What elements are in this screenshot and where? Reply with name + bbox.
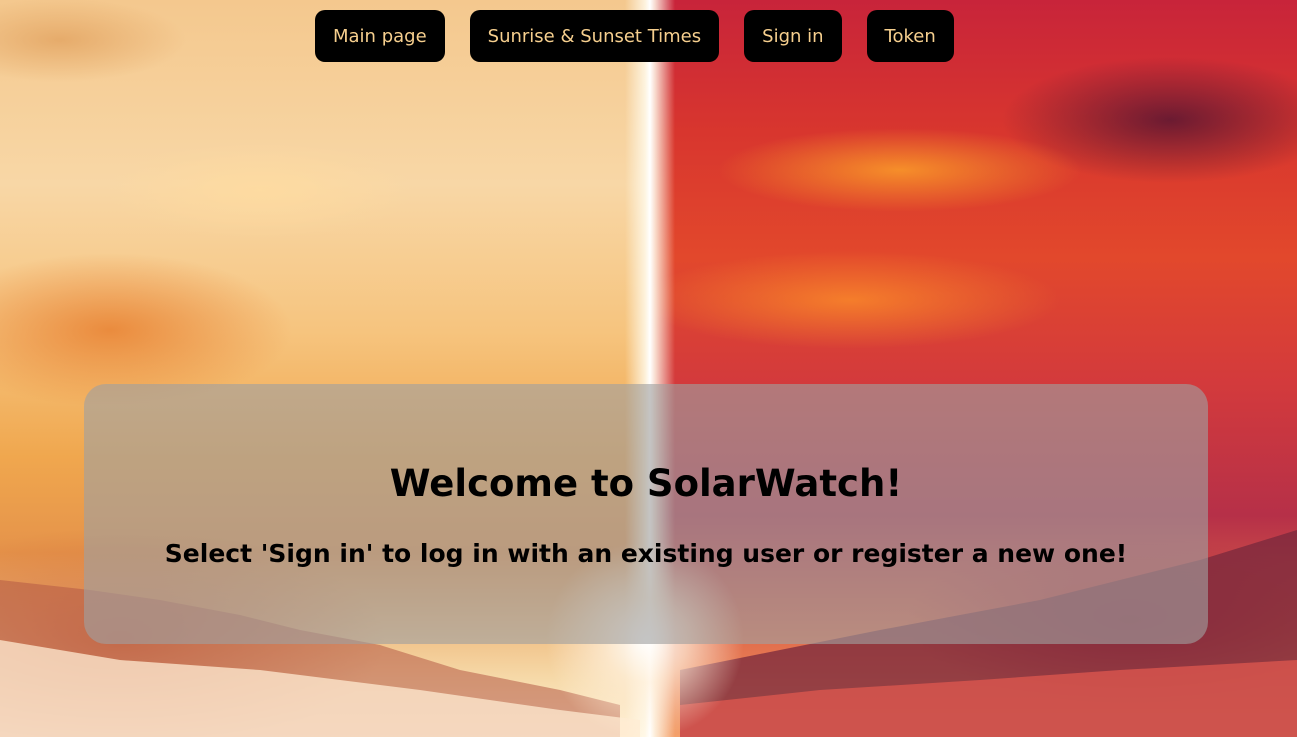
welcome-title: Welcome to SolarWatch! — [389, 462, 903, 505]
page: Main page Sunrise & Sunset Times Sign in… — [0, 0, 1297, 737]
nav-token-button[interactable]: Token — [866, 10, 954, 62]
top-nav: Main page Sunrise & Sunset Times Sign in… — [315, 10, 954, 62]
nav-sunrise-sunset-button[interactable]: Sunrise & Sunset Times — [469, 10, 720, 62]
welcome-subtitle: Select 'Sign in' to log in with an exist… — [164, 539, 1128, 568]
welcome-panel: Welcome to SolarWatch! Select 'Sign in' … — [84, 384, 1208, 644]
nav-main-page-button[interactable]: Main page — [315, 10, 445, 62]
nav-sign-in-button[interactable]: Sign in — [744, 10, 842, 62]
